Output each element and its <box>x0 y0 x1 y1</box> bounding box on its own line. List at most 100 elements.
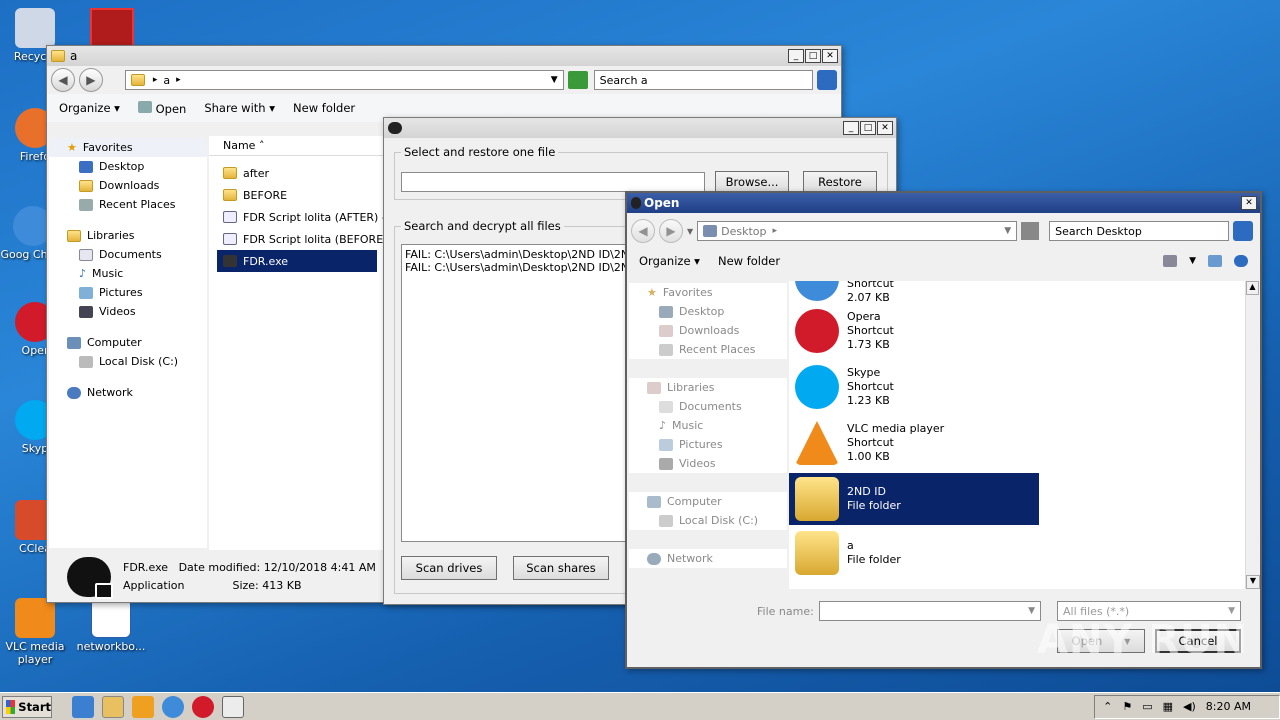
start-button[interactable]: Start <box>2 695 52 718</box>
list-item-selected[interactable]: 2ND ID File folder <box>789 473 1039 525</box>
list-item[interactable]: Shortcut 2.07 KB <box>789 281 1245 304</box>
file-row-selected[interactable]: FDR.exe <box>217 250 377 272</box>
organize-button[interactable]: Organize ▾ <box>59 101 120 115</box>
close-button[interactable]: ✕ <box>877 121 893 135</box>
open-dialog-titlebar[interactable]: Open ✕ <box>627 193 1260 213</box>
nav-videos[interactable]: Videos <box>49 302 207 321</box>
nav-documents[interactable]: Documents <box>49 245 207 264</box>
scroll-up-icon[interactable]: ▲ <box>1246 281 1259 295</box>
chevron-down-icon[interactable]: ▼ <box>1004 226 1011 236</box>
nav-desktop[interactable]: Desktop <box>629 302 787 321</box>
help-icon[interactable] <box>1234 255 1248 267</box>
ie-icon[interactable] <box>72 695 94 718</box>
desktop-icon-label: networkbo... <box>76 640 146 653</box>
chevron-up-icon[interactable]: ⌃ <box>1103 700 1112 713</box>
restore-button[interactable]: Restore <box>803 171 877 193</box>
flag-icon[interactable]: ⚑ <box>1122 700 1132 713</box>
nav-computer[interactable]: Computer <box>49 333 207 352</box>
chevron-down-icon[interactable]: ▼ <box>1228 606 1235 616</box>
nav-favorites[interactable]: ★ Favorites <box>629 283 787 302</box>
view-options-icon[interactable] <box>1163 255 1178 267</box>
file-name-input[interactable]: ▼ <box>819 601 1041 621</box>
close-button[interactable]: ✕ <box>1241 196 1257 210</box>
forward-button[interactable]: ▶ <box>659 219 683 243</box>
battery-icon[interactable]: ▭ <box>1142 700 1152 713</box>
open-button[interactable]: Open <box>137 100 186 116</box>
back-button[interactable]: ◀ <box>631 219 655 243</box>
chevron-down-icon[interactable]: ▼ <box>687 227 693 236</box>
nav-desktop[interactable]: Desktop <box>49 157 207 176</box>
nav-documents[interactable]: Documents <box>629 397 787 416</box>
explorer-titlebar[interactable]: a _ □ ✕ <box>47 46 841 66</box>
share-with-button[interactable]: Share with ▾ <box>204 101 275 115</box>
minimize-button[interactable]: _ <box>788 49 804 63</box>
refresh-icon[interactable] <box>1021 222 1040 240</box>
file-type-value: All files (*.*) <box>1063 604 1130 618</box>
opera-icon <box>795 309 839 353</box>
network-icon[interactable]: ▦ <box>1163 700 1173 713</box>
open-search-input[interactable]: Search Desktop <box>1049 221 1230 241</box>
maximize-button[interactable]: □ <box>860 121 876 135</box>
new-folder-button[interactable]: New folder <box>718 254 780 268</box>
desktop-icon-vlc[interactable]: VLC media player <box>0 598 70 666</box>
browse-button[interactable]: Browse... <box>715 171 789 193</box>
nav-music[interactable]: ♪ Music <box>49 264 207 283</box>
nav-libraries[interactable]: Libraries <box>629 378 787 397</box>
list-item[interactable]: Skype Shortcut 1.23 KB <box>789 359 1245 415</box>
nav-pictures[interactable]: Pictures <box>49 283 207 302</box>
acrobat-icon[interactable] <box>90 8 134 48</box>
explorer-taskbar-icon[interactable] <box>102 695 124 718</box>
chevron-down-icon[interactable]: ▼ <box>1189 256 1196 266</box>
scroll-down-icon[interactable]: ▼ <box>1246 575 1260 589</box>
nav-downloads[interactable]: Downloads <box>49 176 207 195</box>
fdr-taskbar-icon[interactable] <box>222 695 244 718</box>
nav-recent-places[interactable]: Recent Places <box>49 195 207 214</box>
opera-icon[interactable] <box>192 695 214 718</box>
chevron-down-icon[interactable]: ▼ <box>551 75 558 85</box>
volume-icon[interactable]: ◀) <box>1183 700 1196 713</box>
maximize-button[interactable]: □ <box>805 49 821 63</box>
forward-button[interactable]: ▶ <box>78 68 103 92</box>
scan-drives-button[interactable]: Scan drives <box>401 556 497 580</box>
clock[interactable]: 8:20 AM <box>1206 700 1251 713</box>
downloads-icon <box>79 179 93 192</box>
chevron-down-icon[interactable]: ▼ <box>1028 606 1035 616</box>
nav-local-disk[interactable]: Local Disk (C:) <box>629 511 787 530</box>
desktop-icon-word-doc[interactable]: networkbo... <box>76 598 146 653</box>
nav-label: Network <box>87 386 133 399</box>
address-field[interactable]: ▸ a ▸ ▼ <box>124 70 564 90</box>
list-item[interactable]: VLC media player Shortcut 1.00 KB <box>789 415 1245 471</box>
scan-shares-button[interactable]: Scan shares <box>513 556 609 580</box>
nav-recent-places[interactable]: Recent Places <box>629 340 787 359</box>
scrollbar[interactable]: ▲ ▼ <box>1245 281 1260 589</box>
nav-computer[interactable]: Computer <box>629 492 787 511</box>
nav-pictures[interactable]: Pictures <box>629 435 787 454</box>
minimize-button[interactable]: _ <box>843 121 859 135</box>
nav-local-disk[interactable]: Local Disk (C:) <box>49 352 207 371</box>
media-player-icon[interactable] <box>132 695 154 718</box>
new-folder-button[interactable]: New folder <box>293 101 355 115</box>
nav-network[interactable]: Network <box>629 549 787 568</box>
search-input[interactable]: Search a <box>593 70 814 90</box>
network-icon <box>67 386 81 399</box>
nav-downloads[interactable]: Downloads <box>629 321 787 340</box>
preview-pane-icon[interactable] <box>1208 255 1222 267</box>
chrome-icon[interactable] <box>162 695 184 718</box>
list-item[interactable]: a File folder <box>789 525 1245 581</box>
nav-music[interactable]: ♪ Music <box>629 416 787 435</box>
nav-network[interactable]: Network <box>49 383 207 402</box>
back-button[interactable]: ◀ <box>51 68 75 92</box>
close-button[interactable]: ✕ <box>822 49 838 63</box>
search-icon[interactable] <box>1233 221 1254 241</box>
search-icon[interactable] <box>817 70 837 90</box>
nav-videos[interactable]: Videos <box>629 454 787 473</box>
open-address-field[interactable]: Desktop ▸ ▼ <box>697 221 1018 241</box>
nav-favorites[interactable]: ★ Favorites <box>49 138 207 157</box>
restore-file-field[interactable] <box>401 172 705 192</box>
nav-libraries[interactable]: Libraries <box>49 226 207 245</box>
refresh-icon[interactable] <box>567 71 588 89</box>
decrypt-group-label: Search and decrypt all files <box>401 219 564 233</box>
fdr-titlebar[interactable]: _ □ ✕ <box>384 118 896 138</box>
organize-button[interactable]: Organize ▾ <box>639 254 700 268</box>
list-item[interactable]: Opera Shortcut 1.73 KB <box>789 303 1245 359</box>
